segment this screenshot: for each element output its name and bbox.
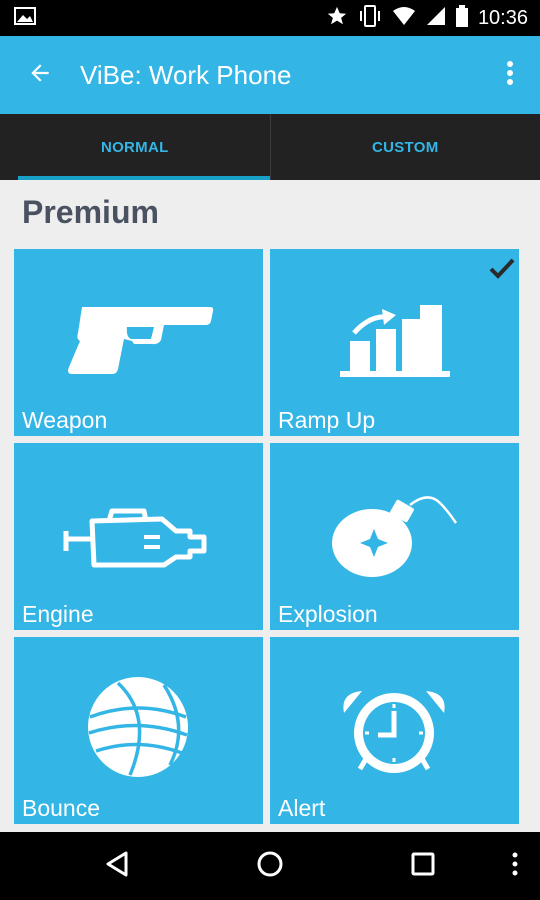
arrow-back-icon [27,60,53,90]
app-bar: ViBe: Work Phone [0,36,540,114]
tab-normal[interactable]: NORMAL [0,114,270,180]
bomb-icon [332,496,458,577]
signal-icon [426,6,446,30]
tile-ramp-up[interactable]: Ramp Up [270,249,519,436]
star-icon [326,5,348,31]
tile-alert[interactable]: Alert [270,637,519,824]
navigation-bar [0,832,540,900]
circle-home-icon [256,850,284,882]
more-vert-icon [512,852,518,880]
wifi-icon [392,6,416,30]
alarm-clock-icon [343,691,445,773]
tile-bounce[interactable]: Bounce [14,637,263,824]
tile-engine[interactable]: Engine [14,443,263,630]
nav-recents-button[interactable] [393,836,453,896]
vibration-grid: Weapon Ramp Up Engine Explosion Bounce A… [14,249,519,824]
engine-icon [63,508,207,568]
bar-chart-icon [340,305,450,377]
page-title: ViBe: Work Phone [80,59,292,90]
more-vert-icon [506,60,514,90]
tile-label: Alert [278,795,326,821]
tile-label: Explosion [278,601,378,627]
battery-icon [455,5,468,31]
tile-label: Bounce [22,795,101,821]
tab-custom[interactable]: CUSTOM [269,114,540,180]
checkmark-icon [489,257,515,283]
vibrate-icon [358,5,382,31]
tab-bar: NORMAL CUSTOM [0,114,540,180]
status-bar: 10:36 [0,0,540,36]
basketball-icon [88,677,188,777]
tile-label: Weapon [22,407,108,433]
tile-label: Engine [22,601,94,627]
nav-home-button[interactable] [240,836,300,896]
tile-weapon[interactable]: Weapon [14,249,263,436]
triangle-back-icon [104,850,130,882]
tile-explosion[interactable]: Explosion [270,443,519,630]
tile-label: Ramp Up [278,407,376,433]
back-button[interactable] [0,36,80,114]
gun-icon [68,307,214,374]
nav-back-button[interactable] [87,836,147,896]
square-recents-icon [410,851,436,881]
overflow-menu-button[interactable] [480,36,540,114]
nav-menu-button[interactable] [512,832,518,900]
status-time: 10:36 [477,6,528,29]
section-title: Premium [22,194,159,230]
image-icon [14,7,36,29]
